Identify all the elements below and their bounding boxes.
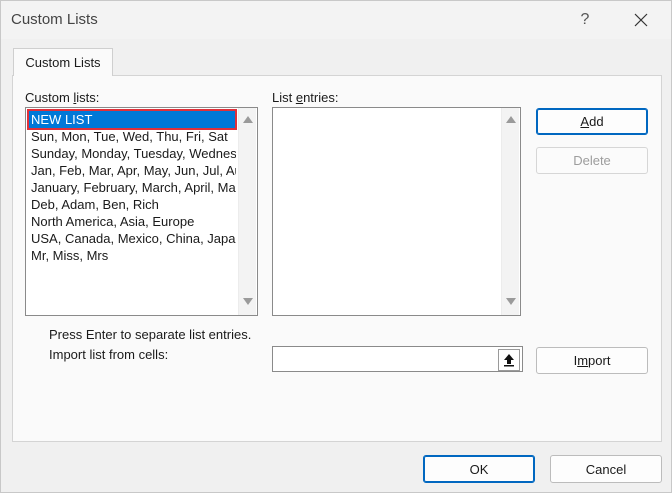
scroll-down-icon[interactable] xyxy=(506,298,516,305)
import-range-input[interactable] xyxy=(272,346,523,372)
list-item[interactable]: North America, Asia, Europe xyxy=(30,213,236,230)
title-bar: Custom Lists ? xyxy=(1,1,671,39)
list-entries-label: List entries: xyxy=(272,90,339,105)
ok-button[interactable]: OK xyxy=(423,455,535,483)
custom-lists-dialog: Custom Lists ? Custom Lists Custom lists… xyxy=(0,0,672,493)
list-item[interactable]: USA, Canada, Mexico, China, Japan, xyxy=(30,230,236,247)
range-picker-button[interactable] xyxy=(498,349,520,371)
list-item[interactable]: January, February, March, April, Ma xyxy=(30,179,236,196)
list-item[interactable]: Jan, Feb, Mar, Apr, May, Jun, Jul, Au xyxy=(30,162,236,179)
scroll-up-icon[interactable] xyxy=(243,116,253,123)
custom-lists-label: Custom lists: xyxy=(25,90,100,105)
scroll-up-icon[interactable] xyxy=(506,116,516,123)
collapse-dialog-icon xyxy=(504,354,514,367)
cancel-button[interactable]: Cancel xyxy=(550,455,662,483)
close-button[interactable] xyxy=(623,5,659,35)
help-button[interactable]: ? xyxy=(568,5,602,35)
list-entries-scrollbar[interactable] xyxy=(501,108,519,315)
list-item[interactable]: NEW LIST xyxy=(27,109,237,130)
tab-custom-lists[interactable]: Custom Lists xyxy=(13,48,113,76)
list-item[interactable]: Deb, Adam, Ben, Rich xyxy=(30,196,236,213)
delete-button[interactable]: Delete xyxy=(536,147,648,174)
import-label: Import list from cells: xyxy=(49,347,169,362)
custom-lists-listbox[interactable]: NEW LIST Sun, Mon, Tue, Wed, Thu, Fri, S… xyxy=(25,107,258,316)
scroll-down-icon[interactable] xyxy=(243,298,253,305)
add-button[interactable]: Add xyxy=(536,108,648,135)
custom-lists-scrollbar[interactable] xyxy=(238,108,256,315)
list-item[interactable]: Mr, Miss, Mrs xyxy=(30,247,236,264)
window-title: Custom Lists xyxy=(11,11,98,28)
list-item[interactable]: Sun, Mon, Tue, Wed, Thu, Fri, Sat xyxy=(30,128,236,145)
list-entries-textarea[interactable] xyxy=(272,107,521,316)
hint-text: Press Enter to separate list entries. xyxy=(49,327,252,342)
list-item[interactable]: Sunday, Monday, Tuesday, Wednes xyxy=(30,145,236,162)
close-icon xyxy=(634,13,648,27)
import-button[interactable]: Im port xyxy=(536,347,648,374)
tab-label: Custom Lists xyxy=(25,55,101,70)
help-icon: ? xyxy=(580,11,590,28)
